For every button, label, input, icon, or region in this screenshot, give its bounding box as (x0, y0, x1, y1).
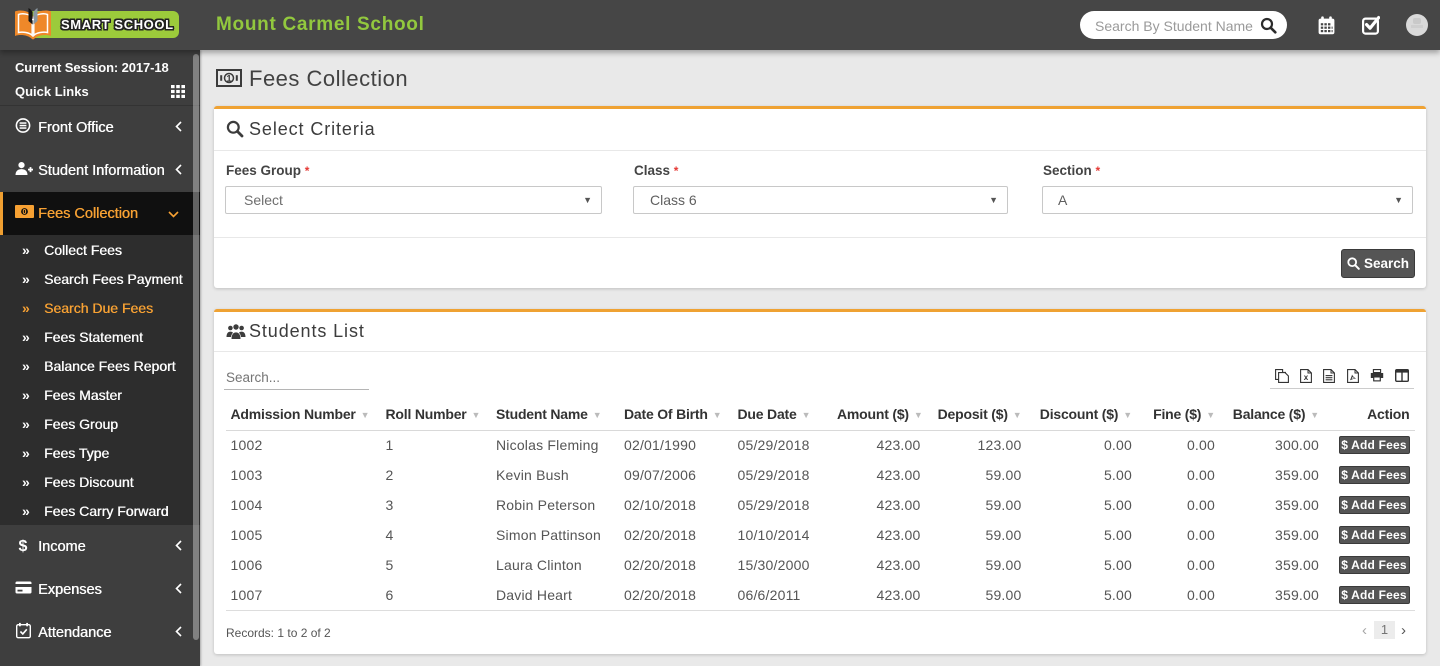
svg-text:x: x (1304, 373, 1309, 382)
svg-text:1: 1 (226, 73, 232, 84)
svg-text:0: 0 (23, 209, 27, 216)
